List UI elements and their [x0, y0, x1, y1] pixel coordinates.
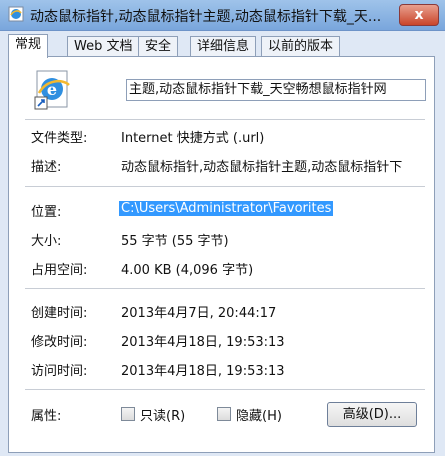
type-label: 文件类型:: [31, 131, 88, 146]
size-label: 大小:: [31, 234, 62, 249]
created-value: 2013年4月7日, 20:44:17: [121, 306, 277, 321]
description-value[interactable]: 动态鼠标指针,动态鼠标指针主题,动态鼠标指针下: [121, 156, 421, 175]
title-bar[interactable]: 动态鼠标指针,动态鼠标指针主题,动态鼠标指针下载_天... x: [0, 0, 445, 31]
type-value: Internet 快捷方式 (.url): [121, 131, 265, 146]
close-button[interactable]: x: [399, 4, 439, 26]
size-value: 55 字节 (55 字节): [121, 234, 229, 249]
location-selected-text[interactable]: C:\Users\Administrator\Favorites: [119, 201, 334, 216]
advanced-button[interactable]: 高级(D)...: [327, 402, 417, 427]
accessed-value: 2013年4月18日, 19:53:13: [121, 364, 285, 379]
separator: [25, 119, 425, 120]
readonly-label[interactable]: 只读(R): [140, 405, 185, 424]
disk-size-value: 4.00 KB (4,096 字节): [121, 263, 254, 278]
separator: [25, 389, 425, 390]
separator: [25, 186, 425, 187]
readonly-checkbox[interactable]: [121, 407, 135, 421]
tab-web-document[interactable]: Web 文档: [67, 36, 140, 57]
modified-value: 2013年4月18日, 19:53:13: [121, 335, 285, 350]
tab-previous-versions[interactable]: 以前的版本: [261, 36, 341, 57]
tab-general[interactable]: 常规: [8, 34, 49, 58]
created-label: 创建时间:: [31, 306, 88, 321]
tab-security[interactable]: 安全: [138, 36, 179, 57]
general-panel: e 主题,动态鼠标指针下载_天空畅想鼠标指针网 文件类型: Internet 快…: [8, 56, 435, 453]
accessed-label: 访问时间:: [31, 364, 88, 379]
hidden-label[interactable]: 隐藏(H): [236, 405, 282, 424]
tab-details[interactable]: 详细信息: [190, 36, 257, 57]
hidden-checkbox[interactable]: [217, 407, 231, 421]
location-label: 位置:: [31, 205, 62, 220]
modified-label: 修改时间:: [31, 335, 88, 350]
internet-shortcut-icon: e: [34, 70, 70, 110]
file-name-field[interactable]: 主题,动态鼠标指针下载_天空畅想鼠标指针网: [126, 79, 426, 101]
properties-window: 动态鼠标指针,动态鼠标指针主题,动态鼠标指针下载_天... x 常规 Web 文…: [0, 0, 445, 456]
separator: [25, 288, 425, 289]
attributes-label: 属性:: [31, 409, 62, 424]
disk-size-label: 占用空间:: [31, 263, 88, 278]
window-title: 动态鼠标指针,动态鼠标指针主题,动态鼠标指针下载_天...: [30, 9, 382, 25]
internet-shortcut-icon: [8, 6, 24, 22]
description-label: 描述:: [31, 160, 62, 175]
location-value[interactable]: C:\Users\Administrator\Favorites: [119, 201, 334, 216]
tab-strip: 常规 Web 文档 安全 详细信息 以前的版本: [8, 34, 438, 58]
